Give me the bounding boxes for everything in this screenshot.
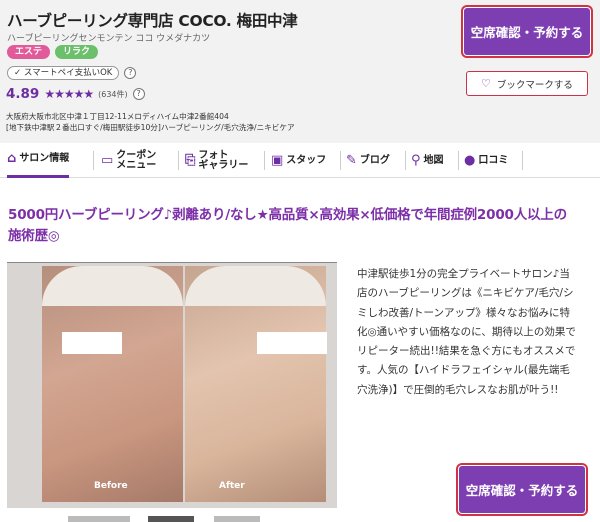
- tab-label: クーポン メニュー: [116, 149, 157, 171]
- salon-nav-tabs: ⌂ サロン情報 ▭ クーポン メニュー ⎘ フォト ギャラリー ▣ スタッフ ✎…: [0, 143, 600, 178]
- salon-name-kana: ハーブピーリングセンモンテン ココ ウメダナカツ: [7, 34, 211, 44]
- salon-description: 中津駅徒歩1分の完全プライベートサロン♪当店のハーブピーリングは《ニキビケア/毛…: [357, 268, 576, 396]
- rating-score: 4.89: [6, 86, 40, 102]
- speech-bubble-icon: ●: [464, 152, 476, 168]
- before-label: Before: [94, 481, 128, 491]
- nav-divider: [340, 151, 341, 170]
- book-button-top[interactable]: 空席確認・予約する: [464, 8, 590, 55]
- before-after-photo[interactable]: Before After: [7, 262, 337, 508]
- smart-pay-badge: ✓ スマートペイ支払いOK: [7, 66, 120, 80]
- tab-salon-info[interactable]: ⌂ サロン情報: [7, 143, 70, 178]
- house-icon: ⌂: [7, 151, 17, 166]
- bookmark-label: ブックマークする: [496, 79, 573, 91]
- nav-divider: [178, 151, 179, 170]
- nav-divider: [405, 151, 406, 170]
- tab-coupon-menu[interactable]: ▭ クーポン メニュー: [101, 143, 156, 178]
- book-button-bottom[interactable]: 空席確認・予約する: [459, 466, 585, 513]
- review-count[interactable]: (634件): [98, 89, 128, 100]
- rating-help-icon[interactable]: ?: [132, 88, 145, 100]
- staff-icon: ▣: [271, 152, 284, 168]
- photo-thumbnail[interactable]: [68, 516, 130, 522]
- photo-thumbnail[interactable]: [214, 516, 260, 522]
- tab-label: スタッフ: [286, 154, 327, 166]
- map-pin-icon: ⚲: [411, 152, 421, 168]
- salon-catch-copy: 5000円ハーブピーリング♪剥離あり/なし★高品質×高効果×低価格で年間症例20…: [8, 207, 567, 244]
- after-label: After: [219, 481, 245, 491]
- nav-divider: [93, 151, 94, 170]
- tag-relax[interactable]: リラク: [55, 45, 99, 59]
- genre-tags: エステ リラク: [7, 45, 99, 59]
- tab-label: サロン情報: [19, 153, 70, 164]
- tab-reviews[interactable]: ● 口コミ: [464, 143, 508, 178]
- heart-icon: ♡: [481, 77, 491, 90]
- smart-pay-label: スマートペイ支払いOK: [23, 68, 113, 78]
- tab-label: 口コミ: [478, 154, 509, 166]
- photo-top-border: [7, 262, 337, 263]
- tab-label: フォト ギャラリー: [198, 149, 249, 171]
- nav-divider: [264, 151, 265, 170]
- salon-address: 大阪府大阪市北区中津１丁目12-11メロディハイム中津2番館404 [地下鉄中津…: [6, 111, 295, 133]
- towel-shape: [42, 266, 183, 306]
- coupon-icon: ▭: [101, 152, 114, 168]
- rating-row: 4.89 ★★★★★ (634件) ?: [6, 86, 145, 102]
- tab-photo-gallery[interactable]: ⎘ フォト ギャラリー: [185, 143, 248, 178]
- tag-esthe[interactable]: エステ: [7, 45, 51, 59]
- address-line: 大阪府大阪市北区中津１丁目12-11メロディハイム中津2番館404: [6, 112, 229, 121]
- eye-mask-before: [62, 332, 122, 354]
- tab-label: ブログ: [359, 154, 390, 166]
- access-line: [地下鉄中津駅２番出口すぐ/梅田駅徒歩10分]ハーブピーリング/毛穴洗浄/ニキビ…: [6, 123, 295, 132]
- rating-stars-icon: ★★★★★: [44, 87, 94, 101]
- eye-mask-after: [257, 332, 327, 354]
- help-icon[interactable]: ?: [124, 67, 137, 79]
- camera-icon: ⎘: [185, 152, 196, 168]
- towel-shape: [185, 266, 326, 306]
- pen-icon: ✎: [346, 152, 357, 168]
- bookmark-button[interactable]: ♡ ブックマークする: [466, 71, 588, 96]
- nav-divider: [458, 151, 459, 170]
- tab-staff[interactable]: ▣ スタッフ: [271, 143, 326, 178]
- tab-map[interactable]: ⚲ 地図: [411, 143, 444, 178]
- tab-blog[interactable]: ✎ ブログ: [346, 143, 390, 178]
- salon-name: ハーブピーリング専門店 COCO. 梅田中津: [7, 12, 298, 30]
- payment-row: ✓ スマートペイ支払いOK ?: [7, 66, 137, 80]
- photo-thumbnail[interactable]: [148, 516, 194, 522]
- tab-label: 地図: [423, 154, 444, 166]
- nav-divider: [522, 151, 523, 170]
